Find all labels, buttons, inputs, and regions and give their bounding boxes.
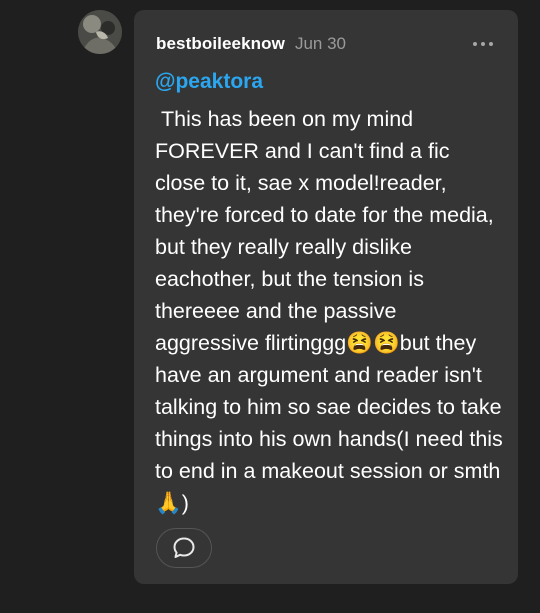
post-date: Jun 30 [294, 34, 346, 53]
post-body: This has been on my mind FOREVER and I c… [155, 107, 509, 515]
dot [473, 42, 477, 46]
avatar-image [78, 10, 122, 54]
more-options-icon[interactable] [468, 34, 498, 54]
dot [489, 42, 493, 46]
avatar[interactable] [78, 10, 122, 54]
post-header: bestboileeknow Jun 30 [156, 32, 496, 56]
dot [481, 42, 485, 46]
reply-button[interactable] [156, 528, 212, 568]
mention-link[interactable]: @peaktora [155, 70, 263, 94]
post-card: bestboileeknow Jun 30 @peaktora This has… [134, 10, 518, 584]
speech-bubble-icon [173, 537, 195, 558]
username[interactable]: bestboileeknow [156, 34, 285, 54]
